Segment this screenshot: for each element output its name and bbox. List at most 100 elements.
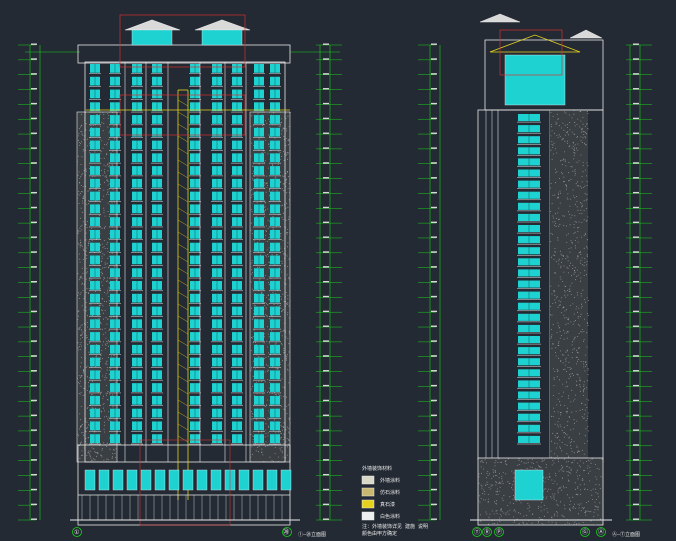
elevation-mark [323,236,329,238]
elevation-mark [633,206,639,209]
elevation-mark [633,251,639,253]
elevation-mark [323,177,329,179]
side-axis-g-label: Ⓖ [582,528,588,536]
elevation-mark [323,370,329,372]
elevation-mark [431,132,437,134]
legend-swatch [361,511,375,521]
cad-elevation-drawing: 外墙装饰材料 外墙涂料仿石涂料真石漆白色涂料 注：外墙装饰详见 建施 说明 颜色… [0,0,676,541]
podium-window [84,469,96,491]
elevation-mark [323,444,329,446]
elevation-mark [323,310,329,313]
podium-window [112,469,124,491]
elevation-mark [323,384,329,387]
podium-window [182,469,194,491]
elevation-mark [31,459,37,461]
elevation-mark [633,102,639,105]
side-axis-end-label: Ⓐ [598,528,604,536]
elevation-mark [31,399,37,402]
elevation-mark [431,295,437,298]
elevation-mark [31,340,37,342]
legend-swatch [361,475,375,485]
elevation-mark [633,147,639,149]
podium-window [140,469,152,491]
podium-window [126,469,138,491]
elevation-mark [431,488,437,491]
elevation-mark [431,429,437,431]
elevation-mark [31,251,37,253]
elevation-mark [31,117,37,120]
elevation-mark [633,43,639,45]
podium-window [98,469,110,491]
elevation-mark [633,236,639,238]
elevation-mark [31,503,37,506]
elevation-mark [633,88,639,90]
elevation-mark [31,88,37,90]
elevation-mark [633,429,639,431]
podium-window [280,469,292,491]
legend-item-label: 仿石涂料 [380,489,400,496]
elevation-mark [323,414,329,416]
elevation-mark [633,266,639,268]
elevation-mark [633,58,639,60]
elevation-mark [323,132,329,134]
elevation-mark [633,518,639,520]
elevation-mark [431,370,437,372]
elevation-mark [633,340,639,342]
side-axis-r-label: Ⓡ [484,528,490,536]
side-axis-start-label: Ⓣ [474,528,480,536]
elevation-mark [633,221,639,224]
podium-window [266,469,278,491]
side-axis-p-label: Ⓟ [496,528,502,536]
elevation-mark [633,117,639,120]
elevation-mark [633,191,639,194]
legend-note-2: 颜色由甲方确定 [362,530,397,537]
elevation-mark [31,58,37,60]
elevation-mark [633,459,639,461]
elevation-mark [31,102,37,105]
elevation-mark [633,370,639,372]
podium-window [238,469,250,491]
elevation-mark [31,295,37,298]
elevation-mark [431,310,437,313]
elevation-mark [431,459,437,461]
podium-window [210,469,222,491]
elevation-mark [431,117,437,120]
elevation-mark [431,384,437,387]
crown-window-left [131,29,173,46]
elevation-mark [31,488,37,491]
elevation-mark [31,236,37,238]
elevation-mark [323,251,329,253]
elevation-mark [323,266,329,268]
elevation-mark [633,162,639,164]
elevation-mark [323,147,329,149]
elevation-mark [323,325,329,327]
legend-item-label: 真石漆 [380,501,395,508]
elevation-mark [431,102,437,105]
elevation-mark [323,58,329,60]
elevation-mark [31,221,37,224]
elevation-mark [633,310,639,313]
elevation-mark [431,399,437,402]
elevation-mark [323,43,329,45]
elevation-mark [31,518,37,520]
elevation-mark [431,473,437,476]
elevation-mark [323,191,329,194]
elevation-mark [31,147,37,149]
legend-item-label: 外墙涂料 [380,477,400,484]
elevation-mark [323,73,329,75]
elevation-mark [633,503,639,506]
elevation-mark [31,370,37,372]
podium-window [154,469,166,491]
elevation-mark [431,43,437,45]
elevation-mark [323,459,329,461]
elevation-mark [431,147,437,149]
elevation-mark [431,355,437,357]
elevation-mark [31,384,37,387]
elevation-mark [31,281,37,283]
side-crown-window [504,54,566,106]
elevation-mark [323,429,329,431]
elevation-mark [323,488,329,491]
elevation-mark [31,310,37,313]
crown-window-right [201,29,243,46]
side-view-title: Ⓐ—Ⓣ立面图 [612,531,640,538]
